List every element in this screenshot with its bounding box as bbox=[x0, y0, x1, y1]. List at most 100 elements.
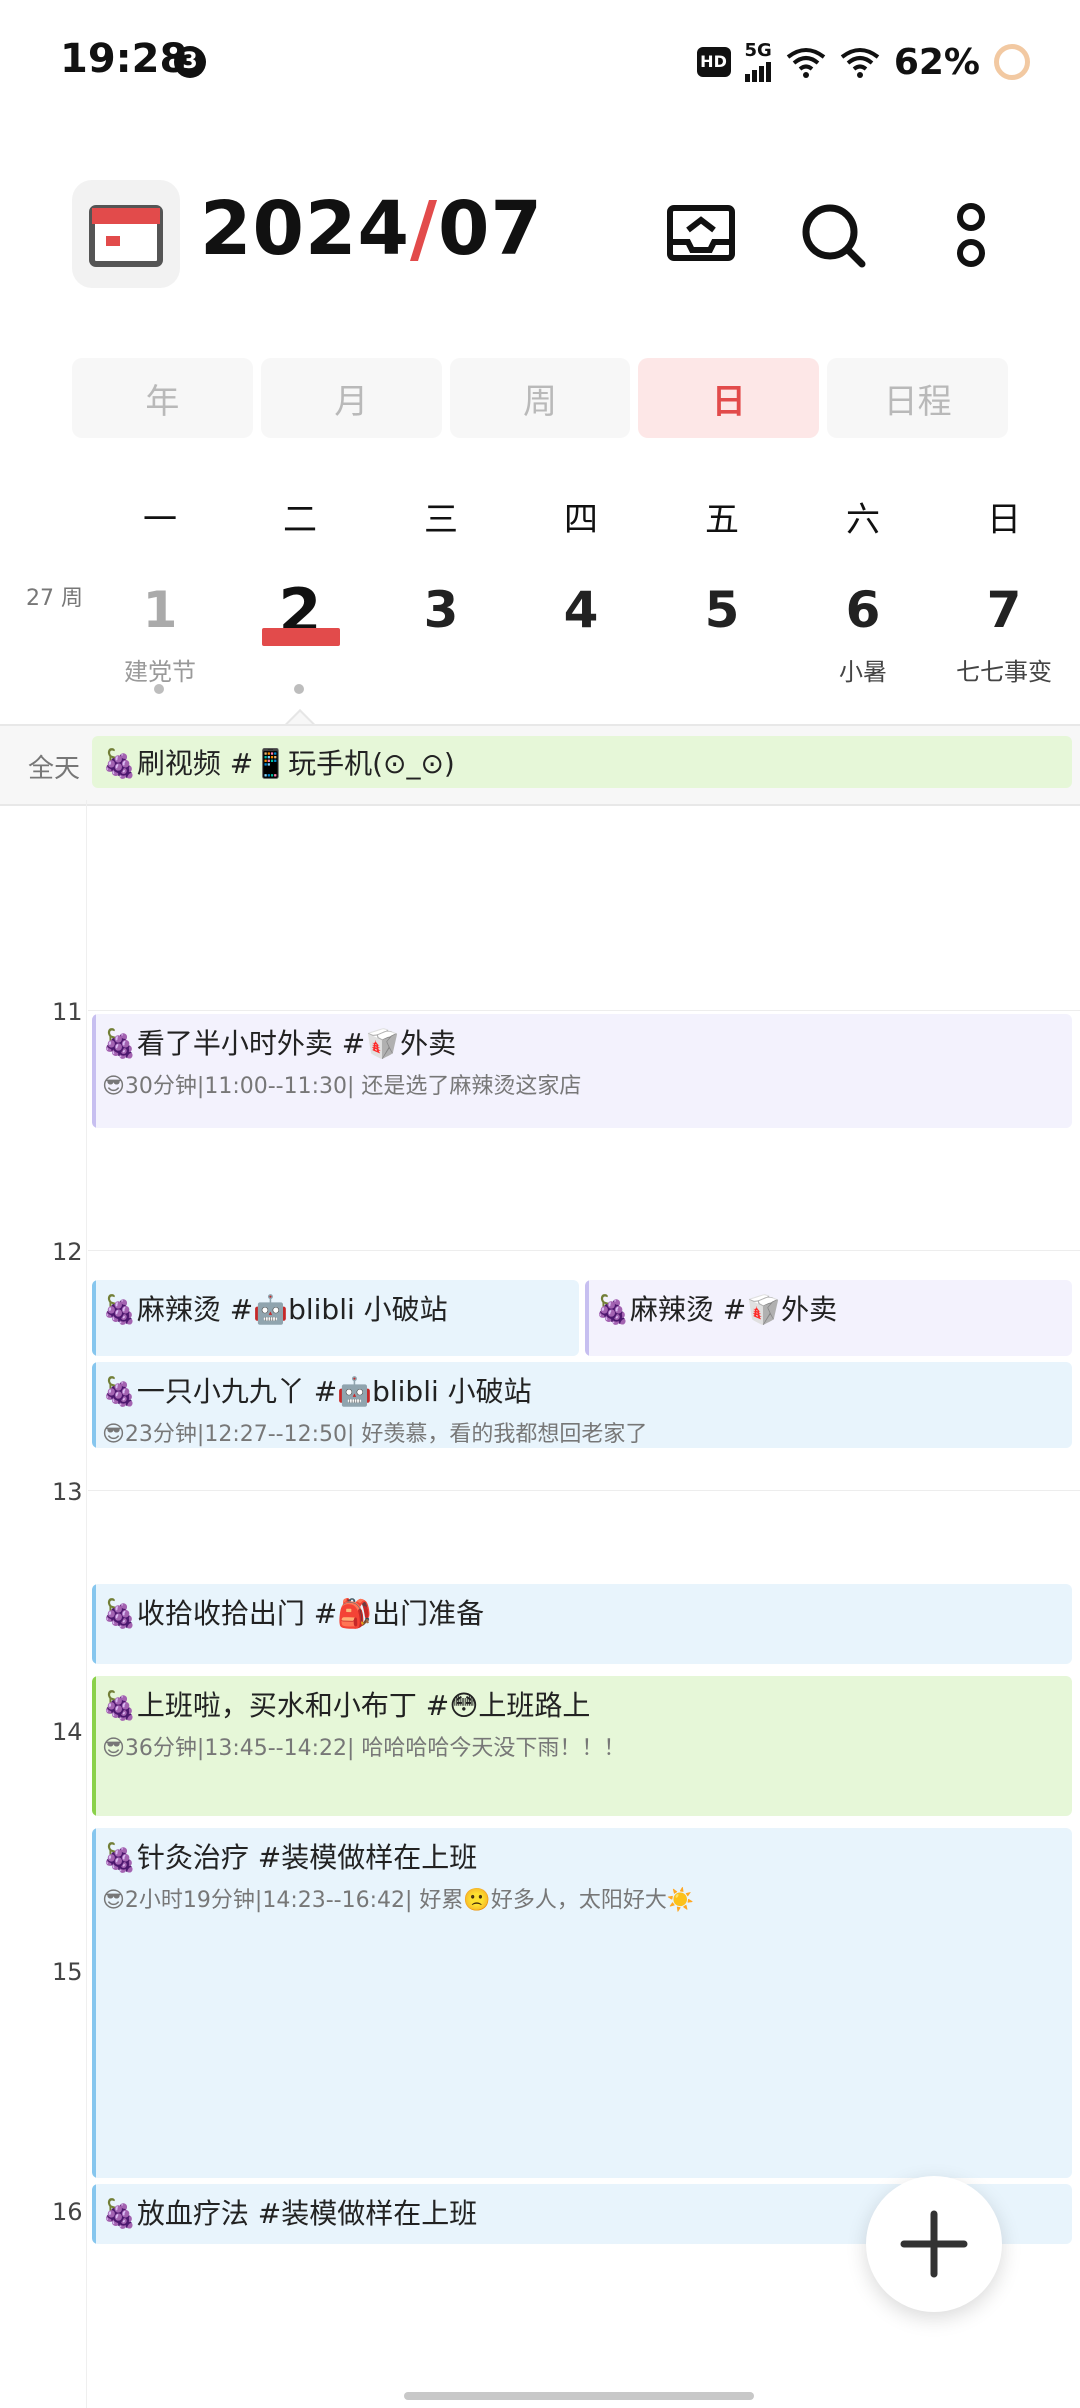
view-day-button[interactable]: 日 bbox=[638, 358, 820, 438]
timeline-rule bbox=[86, 800, 87, 2408]
event-block[interactable]: 🍇一只小九九丫 #🤖blibli 小破站 😎23分钟|12:27--12:50|… bbox=[92, 1362, 1072, 1448]
today-indicator bbox=[262, 628, 340, 646]
event-title: 🍇收拾收拾出门 #🎒出门准备 bbox=[102, 1597, 485, 1630]
event-title: 🍇针灸治疗 #装模做样在上班 bbox=[102, 1841, 478, 1874]
all-day-strip: 全天 🍇刷视频 #📱玩手机(⊙_⊙) bbox=[0, 724, 1080, 806]
calendar-icon bbox=[89, 205, 163, 267]
view-month-button[interactable]: 月 bbox=[260, 358, 442, 438]
header-month: 07 bbox=[438, 186, 543, 272]
all-day-label: 全天 bbox=[28, 754, 81, 784]
search-icon bbox=[802, 204, 866, 268]
event-color-bar bbox=[92, 1584, 96, 1664]
event-color-bar bbox=[92, 1676, 96, 1816]
hd-icon: HD bbox=[696, 47, 731, 77]
date-cell[interactable]: 1 建党节 bbox=[100, 580, 220, 687]
day-timeline[interactable]: 11 12 13 14 15 16 🍇看了半小时外卖 #🥡外卖 😎30分钟|11… bbox=[0, 800, 1080, 2408]
date-cell[interactable]: 5 bbox=[662, 580, 782, 640]
event-title: 🍇麻辣烫 #🤖blibli 小破站 bbox=[102, 1293, 448, 1326]
notification-count-badge: 3 bbox=[174, 46, 206, 78]
weekday-mon: 一 bbox=[143, 500, 177, 540]
view-agenda-button[interactable]: 日程 bbox=[827, 358, 1008, 438]
battery-ring-icon bbox=[994, 44, 1030, 80]
more-vertical-icon bbox=[957, 203, 985, 267]
view-year-button[interactable]: 年 bbox=[72, 358, 253, 438]
view-switcher: 年 月 周 日 日程 bbox=[72, 358, 1008, 438]
search-button[interactable] bbox=[788, 190, 878, 280]
status-bar: 19:28 3 HD 5G 62% bbox=[0, 0, 1080, 120]
weekday-thu: 四 bbox=[564, 500, 598, 540]
date-number: 3 bbox=[423, 581, 459, 639]
event-subtitle: 😎36分钟|13:45--14:22| 哈哈哈哈今天没下雨！！！ bbox=[102, 1736, 626, 1761]
hour-label: 16 bbox=[52, 2198, 83, 2226]
date-cell[interactable]: 6 小暑 bbox=[803, 580, 923, 687]
event-subtitle: 😎2小时19分钟|14:23--16:42| 好累🙁好多人，太阳好大☀️ bbox=[102, 1888, 695, 1913]
date-number: 5 bbox=[704, 581, 740, 639]
calendar-day-view: 19:28 3 HD 5G 62% 2024/07 年 月 周 日 日程 一 二… bbox=[0, 0, 1080, 2408]
weekday-wed: 三 bbox=[424, 500, 458, 540]
event-dot bbox=[294, 684, 304, 694]
event-subtitle: 😎23分钟|12:27--12:50| 好羡慕，看的我都想回老家了 bbox=[102, 1422, 648, 1447]
date-number: 1 bbox=[142, 581, 178, 639]
event-color-bar bbox=[92, 2184, 96, 2244]
event-dot bbox=[154, 684, 164, 694]
date-cell[interactable]: 4 bbox=[521, 580, 641, 640]
event-block[interactable]: 🍇看了半小时外卖 #🥡外卖 😎30分钟|11:00--11:30| 还是选了麻辣… bbox=[92, 1014, 1072, 1128]
status-time: 19:28 bbox=[60, 36, 188, 82]
inbox-icon bbox=[667, 205, 735, 261]
battery-percent: 62% bbox=[893, 41, 980, 83]
event-block[interactable]: 🍇麻辣烫 #🥡外卖 bbox=[585, 1280, 1072, 1356]
hour-line bbox=[88, 1250, 1080, 1251]
event-color-bar bbox=[585, 1280, 589, 1356]
hour-label: 11 bbox=[52, 998, 83, 1026]
event-title: 🍇一只小九九丫 #🤖blibli 小破站 bbox=[102, 1375, 532, 1408]
date-number: 6 bbox=[845, 581, 881, 639]
hour-label: 14 bbox=[52, 1718, 83, 1746]
date-number: 4 bbox=[563, 581, 599, 639]
event-block[interactable]: 🍇麻辣烫 #🤖blibli 小破站 bbox=[92, 1280, 579, 1356]
hour-label: 13 bbox=[52, 1478, 83, 1506]
weekday-sat: 六 bbox=[846, 500, 880, 540]
date-subtitle: 七七事变 bbox=[956, 658, 1052, 686]
hour-label: 12 bbox=[52, 1238, 83, 1266]
inbox-button[interactable] bbox=[656, 190, 746, 280]
event-title: 🍇上班啦，买水和小布丁 #😳上班路上 bbox=[102, 1689, 591, 1722]
header-month-title[interactable]: 2024/07 bbox=[200, 186, 543, 272]
weekday-fri: 五 bbox=[705, 500, 739, 540]
gesture-nav-bar[interactable] bbox=[404, 2392, 754, 2400]
event-block[interactable]: 🍇针灸治疗 #装模做样在上班 😎2小时19分钟|14:23--16:42| 好累… bbox=[92, 1828, 1072, 2178]
event-color-bar bbox=[92, 1828, 96, 2178]
signal-5g-icon: 5G bbox=[744, 40, 772, 82]
header-sep: / bbox=[409, 186, 438, 272]
event-block[interactable]: 🍇收拾收拾出门 #🎒出门准备 bbox=[92, 1584, 1072, 1664]
plus-icon bbox=[900, 2210, 968, 2278]
more-menu-button[interactable] bbox=[926, 190, 1016, 280]
header-year: 2024 bbox=[200, 186, 410, 272]
weekday-header: 一 二 三 四 五 六 日 bbox=[100, 492, 1080, 540]
view-week-button[interactable]: 周 bbox=[449, 358, 631, 438]
weekday-tue: 二 bbox=[283, 500, 317, 540]
hour-label: 15 bbox=[52, 1958, 83, 1986]
event-title: 🍇看了半小时外卖 #🥡外卖 bbox=[102, 1027, 457, 1060]
wifi-plus-icon bbox=[786, 48, 826, 78]
event-subtitle: 😎30分钟|11:00--11:30| 还是选了麻辣烫这家店 bbox=[102, 1074, 582, 1099]
network-label: 5G bbox=[744, 40, 772, 61]
date-subtitle: 建党节 bbox=[124, 658, 196, 686]
date-number: 7 bbox=[986, 581, 1022, 639]
date-cell[interactable]: 7 七七事变 bbox=[944, 580, 1064, 687]
hour-line bbox=[88, 1490, 1080, 1491]
week-number: 27 周 bbox=[26, 586, 83, 611]
add-event-button[interactable] bbox=[866, 2176, 1002, 2312]
weekday-sun: 日 bbox=[987, 500, 1021, 540]
signal-bars-icon bbox=[744, 62, 772, 82]
status-right: HD 5G 62% bbox=[696, 40, 1030, 84]
event-color-bar bbox=[92, 1280, 96, 1356]
event-block[interactable]: 🍇上班啦，买水和小布丁 #😳上班路上 😎36分钟|13:45--14:22| 哈… bbox=[92, 1676, 1072, 1816]
event-title: 🍇麻辣烫 #🥡外卖 bbox=[595, 1293, 838, 1326]
date-cell[interactable]: 3 bbox=[381, 580, 501, 640]
all-day-event[interactable]: 🍇刷视频 #📱玩手机(⊙_⊙) bbox=[92, 736, 1072, 788]
event-color-bar bbox=[92, 1362, 96, 1448]
wifi-icon bbox=[840, 48, 880, 78]
hour-line bbox=[88, 1010, 1080, 1011]
event-color-bar bbox=[92, 1014, 96, 1128]
calendar-app-button[interactable] bbox=[72, 180, 180, 288]
